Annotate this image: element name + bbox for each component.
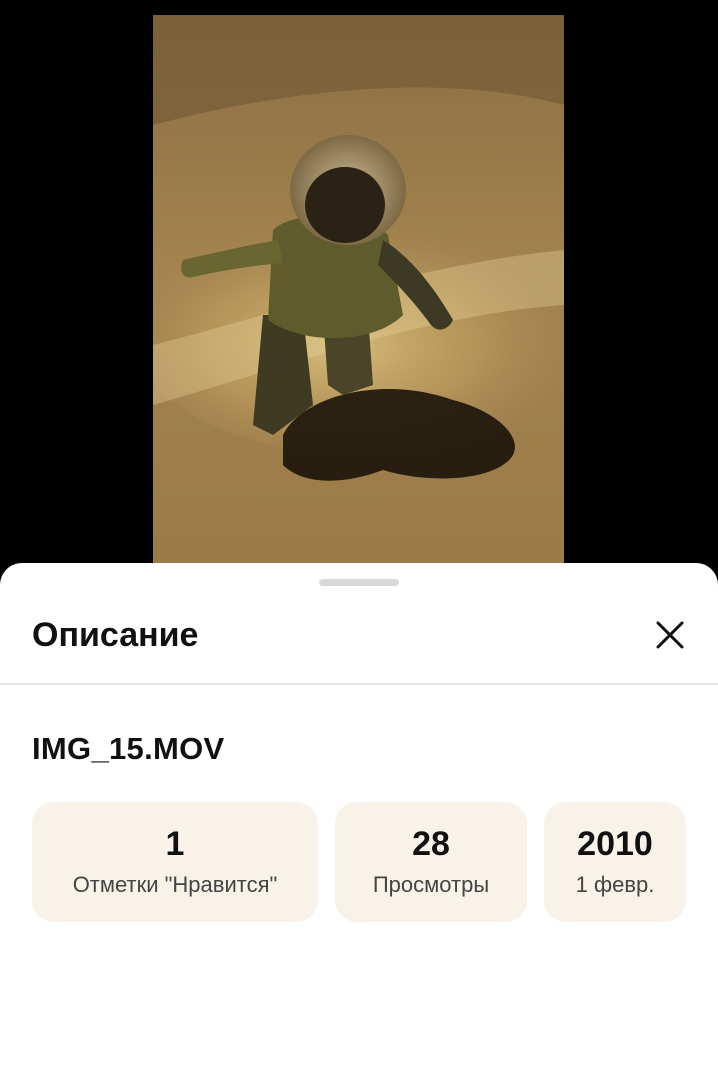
video-thumbnail[interactable] xyxy=(153,15,564,580)
close-icon xyxy=(656,621,684,649)
drag-handle[interactable] xyxy=(319,579,399,586)
video-player[interactable] xyxy=(0,0,718,580)
sheet-title: Описание xyxy=(32,616,199,654)
likes-count: 1 xyxy=(165,825,185,863)
date-year: 2010 xyxy=(577,825,653,863)
header-divider xyxy=(0,683,718,685)
views-stat-card: 28 Просмотры xyxy=(335,802,527,922)
date-day: 1 февр. xyxy=(575,872,655,897)
likes-stat-card: 1 Отметки "Нравится" xyxy=(32,802,318,922)
close-button[interactable] xyxy=(646,611,694,659)
description-sheet: Описание IMG_15.MOV 1 Отметки "Нравится"… xyxy=(0,563,718,1080)
views-count: 28 xyxy=(412,825,450,863)
screen: Описание IMG_15.MOV 1 Отметки "Нравится"… xyxy=(0,0,718,1080)
views-caption: Просмотры xyxy=(372,872,490,897)
file-name: IMG_15.MOV xyxy=(32,731,225,766)
date-stat-card: 2010 1 февр. xyxy=(544,802,686,922)
likes-caption: Отметки "Нравится" xyxy=(72,872,278,897)
